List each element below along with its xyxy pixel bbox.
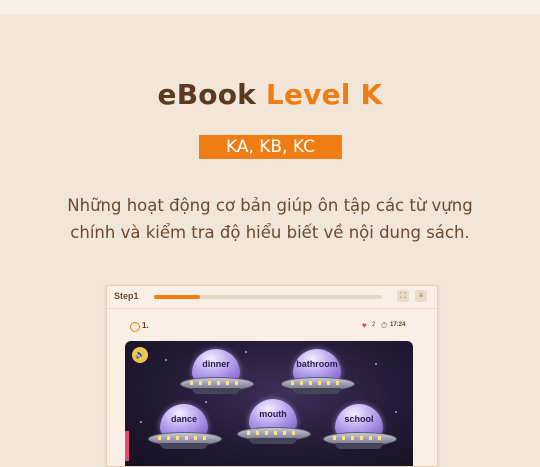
progress-bar: [154, 295, 382, 299]
hearts-count: 2: [372, 322, 376, 328]
hero-description: Những hoạt động cơ bản giúp ôn tập các t…: [40, 192, 500, 246]
word-label: dance: [170, 414, 197, 424]
star: [375, 363, 377, 365]
top-band: [0, 0, 540, 14]
game-area: 🔊 dinner bathroom dance mouth school: [125, 341, 413, 466]
levels-badge: KA, KB, KC: [199, 135, 342, 159]
star: [395, 411, 397, 413]
heart-icon: ♥: [362, 321, 367, 330]
star: [165, 359, 167, 361]
hero-title-level: Level K: [265, 78, 383, 111]
word-label: mouth: [259, 409, 287, 419]
word-label: bathroom: [296, 359, 338, 369]
hero-title-ebook: eBook: [157, 78, 256, 111]
app-preview: Step1 ⛶ ≡ 1. ♥ 2 ⏱ 17:24 🔊 dinner bathro…: [106, 285, 438, 467]
star: [140, 421, 142, 423]
hero-description-line2: chính và kiểm tra độ hiểu biết về nội du…: [70, 223, 470, 242]
word-ufo-dance[interactable]: dance: [148, 404, 222, 456]
word-label: school: [344, 414, 374, 424]
fullscreen-icon[interactable]: ⛶: [397, 290, 409, 302]
question-row: 1. ♥ 2 ⏱ 17:24: [107, 320, 437, 334]
app-header: Step1 ⛶ ≡: [107, 286, 437, 309]
timer-value: 17:24: [390, 322, 406, 328]
word-ufo-school[interactable]: school: [323, 404, 397, 456]
settings-icon[interactable]: ≡: [415, 290, 427, 302]
timer-icon: ⏱: [381, 321, 388, 330]
side-glow: [125, 431, 129, 461]
hero-title: eBook Level K: [0, 78, 540, 111]
sound-icon[interactable]: 🔊: [132, 347, 148, 363]
question-icon: [130, 322, 140, 332]
step-label: Step1: [114, 291, 139, 301]
question-number: 1.: [142, 321, 149, 330]
word-ufo-dinner[interactable]: dinner: [180, 349, 254, 401]
star: [205, 401, 207, 403]
word-ufo-bathroom[interactable]: bathroom: [281, 349, 355, 401]
hero-description-line1: Những hoạt động cơ bản giúp ôn tập các t…: [67, 196, 473, 215]
word-label: dinner: [202, 359, 230, 369]
progress-fill: [154, 295, 200, 299]
word-ufo-mouth[interactable]: mouth: [237, 399, 311, 451]
